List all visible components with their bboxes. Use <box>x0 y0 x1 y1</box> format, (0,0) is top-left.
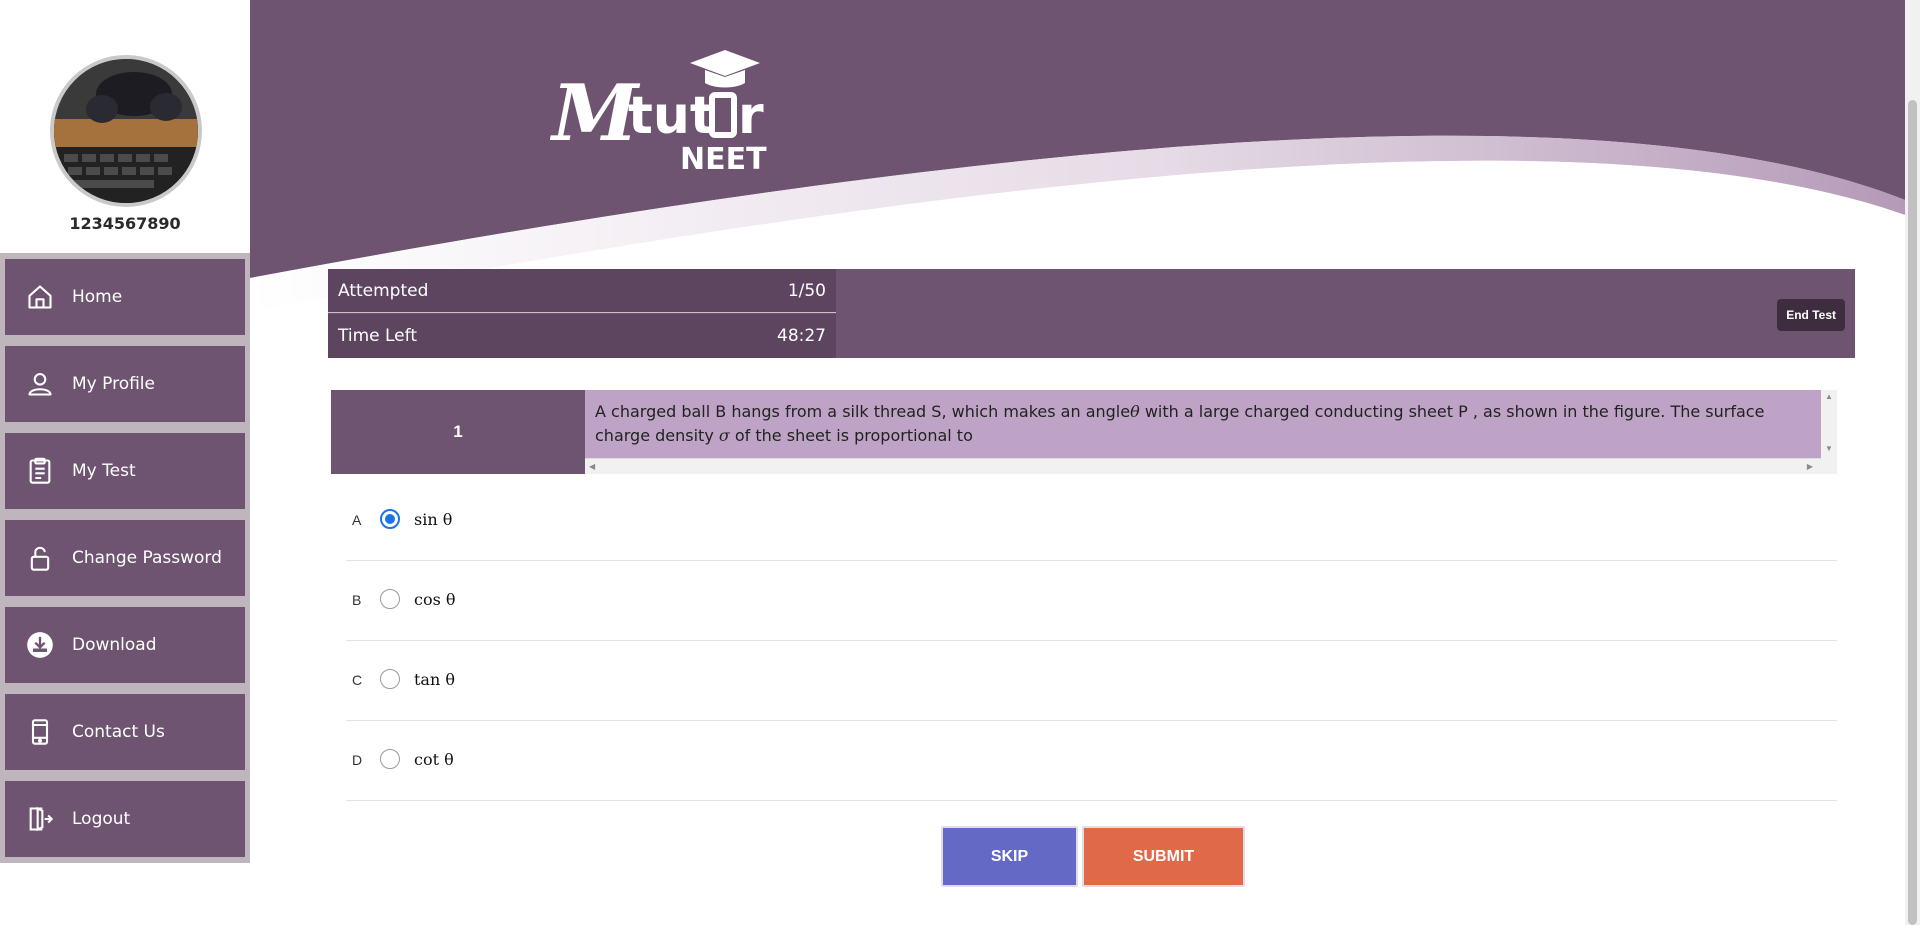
option-text: sin θ <box>414 510 453 529</box>
option-c[interactable]: C tan θ <box>346 640 1837 721</box>
question-text: A charged ball B hangs from a silk threa… <box>595 402 1765 445</box>
option-b-radio[interactable] <box>380 589 400 609</box>
sidebar-item-label: My Profile <box>72 374 155 394</box>
option-letter: D <box>352 752 363 768</box>
sidebar-item-home[interactable]: Home <box>5 259 245 335</box>
attempted-value: 1/50 <box>787 280 826 301</box>
option-c-radio[interactable] <box>380 669 400 689</box>
test-stats-bar: Attempted 1/50 Time Left 48:27 End Test <box>328 269 1855 358</box>
sidebar: 1234567890 Home My Profile My Test Chang… <box>0 0 250 863</box>
user-id: 1234567890 <box>69 214 181 233</box>
scroll-down-icon[interactable]: ▼ <box>1825 444 1833 453</box>
attempted-row: Attempted 1/50 <box>328 269 836 313</box>
option-letter: A <box>352 512 362 528</box>
page-scrollbar[interactable] <box>1905 0 1920 925</box>
sidebar-item-contact-us[interactable]: Contact Us <box>5 694 245 770</box>
end-test-button[interactable]: End Test <box>1777 299 1845 331</box>
sidebar-item-label: Logout <box>72 809 131 829</box>
option-letter: C <box>352 672 363 688</box>
scroll-right-icon[interactable]: ▶ <box>1807 462 1813 471</box>
question-horizontal-scrollbar[interactable]: ◀ ▶ <box>585 458 1821 474</box>
option-d-radio[interactable] <box>380 749 400 769</box>
clipboard-icon <box>25 456 55 486</box>
question-number: 1 <box>331 390 585 474</box>
user-icon <box>25 369 55 399</box>
sidebar-item-my-test[interactable]: My Test <box>5 433 245 509</box>
home-icon <box>25 282 55 312</box>
time-left-value: 48:27 <box>777 326 826 346</box>
sidebar-item-label: Contact Us <box>72 722 165 742</box>
time-left-label: Time Left <box>338 326 417 346</box>
option-text: tan θ <box>414 670 455 689</box>
phone-icon <box>25 717 55 747</box>
avatar[interactable] <box>50 55 202 207</box>
skip-button[interactable]: SKIP <box>941 826 1078 887</box>
option-text: cot θ <box>414 750 454 769</box>
option-d[interactable]: D cot θ <box>346 720 1837 801</box>
sidebar-item-label: Download <box>72 635 157 655</box>
attempted-label: Attempted <box>338 280 429 301</box>
sidebar-item-download[interactable]: Download <box>5 607 245 683</box>
option-a-radio[interactable] <box>380 509 400 529</box>
sidebar-item-label: Home <box>72 287 123 307</box>
svg-text:tut: tut <box>628 86 715 146</box>
option-a[interactable]: A sin θ <box>346 480 1837 561</box>
lock-icon <box>25 543 55 573</box>
page-scrollbar-thumb[interactable] <box>1908 100 1917 925</box>
option-letter: B <box>352 592 362 608</box>
sidebar-item-logout[interactable]: Logout <box>5 781 245 857</box>
download-icon <box>25 630 55 660</box>
svg-text:NEET: NEET <box>680 142 767 177</box>
scroll-left-icon[interactable]: ◀ <box>589 462 595 471</box>
mtutor-logo[interactable]: M tut r NEET <box>549 45 770 185</box>
logout-icon <box>25 804 55 834</box>
option-text: cos θ <box>414 590 456 609</box>
question-vertical-scrollbar[interactable]: ▲ ▼ <box>1821 390 1837 474</box>
svg-text:r: r <box>738 86 764 146</box>
sidebar-item-label: Change Password <box>72 548 222 568</box>
sidebar-item-change-password[interactable]: Change Password <box>5 520 245 596</box>
sidebar-item-label: My Test <box>72 461 136 481</box>
sidebar-menu: Home My Profile My Test Change Password … <box>0 253 250 863</box>
sidebar-item-my-profile[interactable]: My Profile <box>5 346 245 422</box>
question-text-area[interactable]: A charged ball B hangs from a silk threa… <box>585 390 1821 458</box>
time-left-row: Time Left 48:27 <box>328 314 836 358</box>
scroll-up-icon[interactable]: ▲ <box>1825 392 1833 401</box>
option-b[interactable]: B cos θ <box>346 560 1837 641</box>
question-panel: 1 A charged ball B hangs from a silk thr… <box>331 390 1837 474</box>
submit-button[interactable]: SUBMIT <box>1082 826 1245 887</box>
